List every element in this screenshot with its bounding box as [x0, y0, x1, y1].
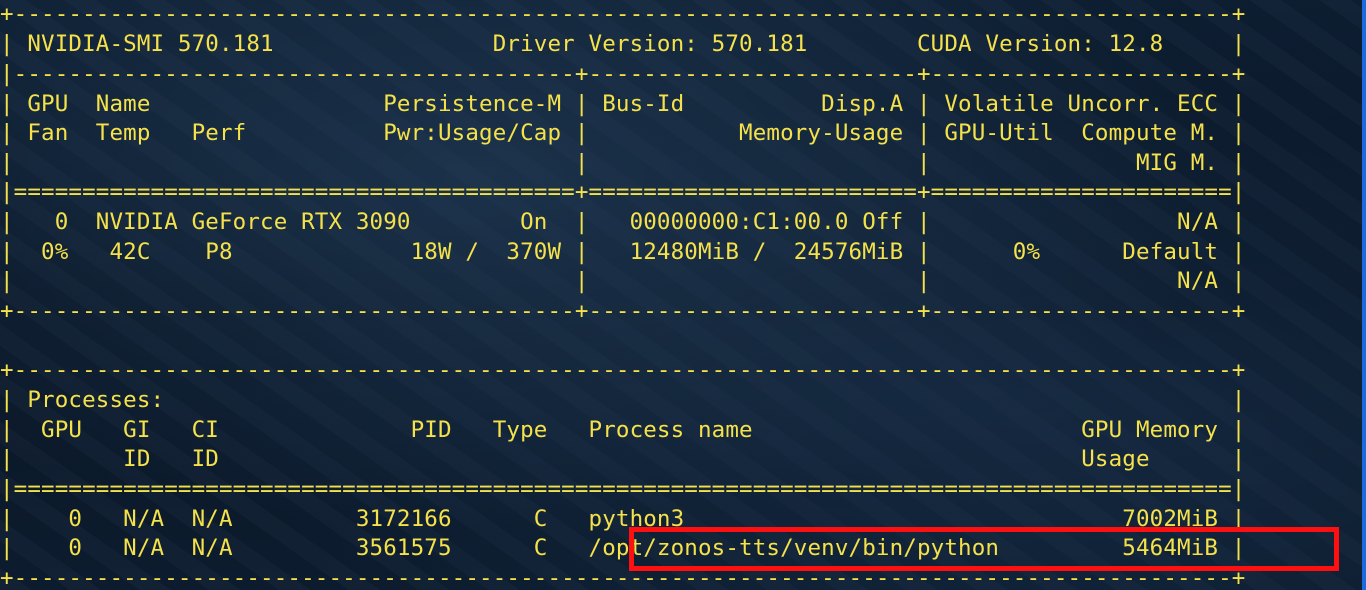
processes-header-row-2: | ID ID Usage |	[0, 446, 1246, 472]
processes-border-top: +---------------------------------------…	[0, 357, 1246, 383]
processes-title: | Processes: |	[0, 387, 1246, 413]
processes-double-separator: |=======================================…	[0, 476, 1246, 502]
gpu-row-3: | | | N/A |	[0, 268, 1246, 294]
gpu-row-1: | 0 NVIDIA GeForce RTX 3090 On | 0000000…	[0, 209, 1246, 235]
processes-header-row-1: | GPU GI CI PID Type Process name GPU Me…	[0, 417, 1246, 443]
gpu-header-row-3: | | | MIG M. |	[0, 150, 1246, 176]
smi-version-row: | NVIDIA-SMI 570.181 Driver Version: 570…	[0, 31, 1246, 57]
terminal-window[interactable]: +---------------------------------------…	[0, 0, 1366, 590]
border-top: +---------------------------------------…	[0, 1, 1246, 27]
scrollbar[interactable]	[1362, 0, 1366, 590]
gpu-row-2: | 0% 42C P8 18W / 370W | 12480MiB / 2457…	[0, 239, 1246, 265]
separator: |---------------------------------------…	[0, 61, 1246, 87]
border-bottom: +---------------------------------------…	[0, 298, 1246, 324]
gpu-header-row-2: | Fan Temp Perf Pwr:Usage/Cap | Memory-U…	[0, 120, 1246, 146]
highlight-annotation	[629, 527, 1339, 571]
gpu-header-row-1: | GPU Name Persistence-M | Bus-Id Disp.A…	[0, 91, 1246, 117]
double-separator: |=======================================…	[0, 179, 1246, 205]
